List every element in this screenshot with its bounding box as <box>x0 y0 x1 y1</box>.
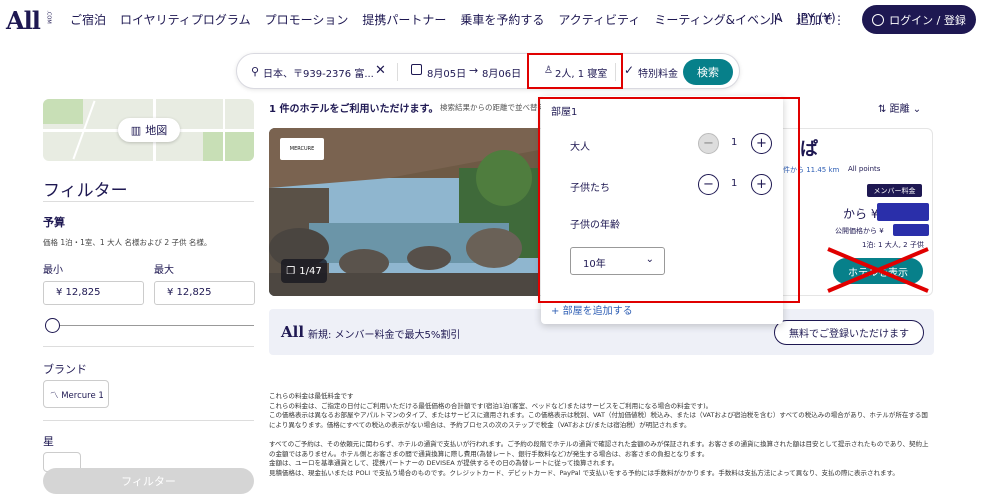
star-label: 星 <box>43 435 54 448</box>
legal-paragraph: 見積価格は、現金払いまたは POLI で支払う場合のものです。クレジットカード、… <box>269 468 899 477</box>
nav-item-partners[interactable]: 提携パートナー <box>362 11 446 28</box>
brand-filter-mercure[interactable]: 〽 Mercure 1 <box>43 380 109 408</box>
header: All .COM ご宿泊 ロイヤリティプログラム プロモーション 提携パートナー… <box>0 0 1000 40</box>
divider <box>43 420 254 421</box>
max-price-input[interactable]: ¥ 12,825 <box>154 281 255 305</box>
calendar-icon <box>411 64 422 75</box>
search-bar: ⚲ 日本、〒939-2376 富... ✕ 8月05日 → 8月06日 ♙ 2人… <box>236 53 740 89</box>
map-button[interactable]: ▥ 地図 <box>118 118 180 142</box>
legal-paragraph: すべてのご予約は、その依頼元に関わらず、ホテルの通貨で支払いが行われます。ご予約… <box>269 440 929 458</box>
legal-notice: これらの料金は最低料金です これらの料金は、ご指定の日付にご利用いただける最低価… <box>269 392 934 478</box>
sort-selector[interactable]: ⇅ 距離 ⌄ <box>878 100 921 115</box>
annotation-highlight-dropdown <box>538 97 800 303</box>
brand-label: ブランド <box>43 363 87 376</box>
annotation-cross-out <box>827 247 929 293</box>
special-rate-selector[interactable]: 特別料金 <box>638 65 678 80</box>
main-nav: ご宿泊 ロイヤリティプログラム プロモーション 提携パートナー 乗車を予約する … <box>70 11 859 28</box>
apply-filter-button[interactable]: フィルター <box>43 468 254 494</box>
plus-icon: + <box>551 306 560 317</box>
public-price-label: 公開価格から ¥ <box>835 227 884 235</box>
member-rate-tag: メンバー料金 <box>867 184 922 197</box>
photo-counter[interactable]: ❐ 1/47 <box>281 259 327 283</box>
annotation-highlight-guests <box>527 53 623 89</box>
search-icon: ⚲ <box>251 65 260 78</box>
legal-paragraph: 金額は、ユーロを基準通貨として、提携パートナーの DEVISEA が提供するその… <box>269 459 619 467</box>
redacted-price <box>877 203 929 221</box>
min-label: 最小 <box>43 265 63 276</box>
nav-item-ride[interactable]: 乗車を予約する <box>460 11 544 28</box>
result-count: 1 件のホテルをご利用いただけます。 <box>269 104 439 115</box>
sort-icon: ⇅ <box>878 104 887 115</box>
arrow-right-icon: → <box>469 64 479 77</box>
brand-chip-label: Mercure 1 <box>61 391 104 401</box>
map-button-label: 地図 <box>145 124 168 137</box>
max-label: 最大 <box>154 265 174 276</box>
checkin-date[interactable]: 8月05日 <box>427 65 466 80</box>
sort-note: 検索結果からの距離で並べ替え <box>440 103 545 112</box>
budget-subtitle: 価格 1泊・1室、1 大人 名様および 2 子供 名様。 <box>43 238 212 247</box>
nav-item-activities[interactable]: アクティビティ <box>558 11 640 28</box>
map-thumbnail[interactable]: ▥ 地図 <box>43 99 254 161</box>
currency-selector[interactable]: JPY (¥) <box>797 11 836 25</box>
user-icon <box>872 13 885 26</box>
map-park <box>43 99 83 124</box>
budget-label: 予算 <box>43 216 65 229</box>
all-points-label: All points <box>848 165 881 173</box>
add-room-label: 部屋を追加する <box>562 306 633 317</box>
map-park <box>203 129 254 161</box>
photo-count: 1/47 <box>299 265 322 277</box>
checkout-date[interactable]: 8月06日 <box>482 65 521 80</box>
sort-label: 距離 <box>889 104 910 115</box>
filter-title: フィルター <box>43 181 128 201</box>
divider <box>397 63 398 81</box>
register-free-button[interactable]: 無料でご登録いただけます <box>774 320 924 345</box>
price-slider-track[interactable] <box>52 325 254 326</box>
all-logo[interactable]: All <box>6 6 41 35</box>
redacted-public-price <box>893 224 929 236</box>
min-price-input[interactable]: ¥ 12,825 <box>43 281 144 305</box>
search-button[interactable]: 検索 <box>683 59 733 85</box>
nav-item-promotions[interactable]: プロモーション <box>265 11 349 28</box>
chevron-down-icon: ⌄ <box>912 104 922 115</box>
hotel-name-fragment[interactable]: ぱ <box>800 135 818 161</box>
location-input[interactable]: 日本、〒939-2376 富... <box>263 65 374 80</box>
close-icon[interactable]: ✕ <box>375 63 386 78</box>
add-room-link[interactable]: + 部屋を追加する <box>551 302 633 317</box>
price-from-label: から ¥ <box>843 207 879 221</box>
gallery-icon: ❐ <box>286 265 296 277</box>
nav-item-meetings[interactable]: ミーティング&イベント <box>654 11 783 28</box>
divider <box>43 346 254 347</box>
legal-paragraph: これらの料金は、ご指定の日付にご利用いただける最低価格の合計額です(宿泊1泊(客… <box>269 401 713 410</box>
price-slider-handle[interactable] <box>45 318 60 333</box>
login-label: ログイン / 登録 <box>889 13 966 27</box>
language-selector[interactable]: JA <box>771 11 783 25</box>
nav-item-stay[interactable]: ご宿泊 <box>70 11 106 28</box>
promo-text: 新規: メンバー料金で最大5%割引 <box>308 330 461 341</box>
hotel-brand-badge: MERCURE <box>280 138 324 160</box>
legal-paragraph: この価格表示は異なるお部屋やアパルトマンのタイプ、またはサービスに適用されます。… <box>269 411 928 429</box>
nav-item-loyalty[interactable]: ロイヤリティプログラム <box>120 11 251 28</box>
login-button[interactable]: ログイン / 登録 <box>862 5 976 34</box>
all-logo: All <box>281 323 305 341</box>
logo-suffix: .COM <box>45 10 52 24</box>
map-road <box>223 99 225 161</box>
divider <box>43 201 254 202</box>
map-icon: ▥ <box>130 123 142 137</box>
legal-paragraph: これらの料金は最低料金です <box>269 392 354 400</box>
mercure-logo-icon: 〽 <box>50 391 59 401</box>
check-icon: ✓ <box>624 63 635 77</box>
